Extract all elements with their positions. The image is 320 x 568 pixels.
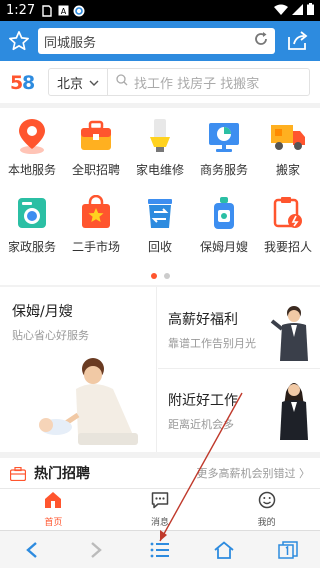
bookmark-star-icon[interactable]	[6, 28, 32, 54]
58-logo-icon[interactable]: 5 8	[10, 70, 40, 94]
briefcase-icon	[76, 116, 116, 156]
wifi-icon	[274, 4, 288, 18]
grid-label: 商务服务	[199, 163, 248, 177]
category-grid: 本地服务 全职招聘 家电维修 商务服务 搬家 家政服务 二手市场 回收 保姆月嫂…	[0, 108, 320, 270]
grid-label: 本地服务	[7, 163, 56, 177]
grid-label: 我要招人	[263, 240, 312, 254]
home-icon	[44, 491, 62, 513]
page-indicator	[0, 273, 320, 279]
grid-item-recycle[interactable]: 回收	[128, 193, 192, 270]
promo-subtitle: 贴心省心好服务	[12, 329, 89, 342]
grid-label: 家电维修	[135, 163, 184, 177]
battery-icon	[307, 3, 314, 18]
tab-messages[interactable]: 消息	[107, 489, 214, 530]
page-dot	[163, 273, 170, 279]
promo-card-nearby-jobs[interactable]: 附近好工作 距离近机会多	[158, 370, 320, 452]
app-tab-bar: 首页 消息 我的	[0, 488, 320, 530]
reload-icon[interactable]	[253, 31, 269, 51]
search-placeholder: 找工作 找房子 找搬家	[134, 76, 260, 92]
sim-icon	[41, 4, 53, 17]
promo-title: 保姆/月嫂	[12, 304, 73, 320]
grid-item-moving[interactable]: 搬家	[256, 116, 320, 193]
status-time: 1:27	[6, 3, 36, 18]
city-name: 北京	[57, 76, 84, 92]
grid-item-recruit[interactable]: 我要招人	[256, 193, 320, 270]
businesswoman-image	[280, 383, 308, 440]
grid-item-fulltime-jobs[interactable]: 全职招聘	[64, 116, 128, 193]
light-bulb-icon	[140, 116, 180, 156]
businessman-image	[270, 306, 308, 361]
share-icon[interactable]	[285, 28, 311, 54]
moving-truck-icon	[268, 116, 308, 156]
smile-icon	[258, 491, 276, 513]
grid-label: 回收	[147, 240, 172, 254]
location-pin-icon	[12, 116, 52, 156]
chevron-down-icon	[89, 75, 99, 90]
tab-profile[interactable]: 我的	[213, 489, 320, 530]
grid-item-housekeeping[interactable]: 家政服务	[0, 193, 64, 270]
promo-card-nanny[interactable]: 保姆/月嫂 贴心省心好服务	[0, 287, 157, 452]
browser-nav-bar	[0, 530, 320, 568]
tab-home[interactable]: 首页	[0, 489, 107, 530]
star-bag-icon	[76, 193, 116, 233]
app-q-icon	[73, 5, 85, 17]
hot-jobs-header: 热门招聘 更多高薪机会别错过 〉	[0, 458, 320, 488]
category-grid-section: 本地服务 全职招聘 家电维修 商务服务 搬家 家政服务 二手市场 回收 保姆月嫂…	[0, 108, 320, 285]
grid-item-business-service[interactable]: 商务服务	[192, 116, 256, 193]
grid-item-nanny[interactable]: 保姆月嫂	[192, 193, 256, 270]
baby-bottle-icon	[204, 193, 244, 233]
home-icon[interactable]	[204, 535, 244, 565]
grid-item-appliance-repair[interactable]: 家电维修	[128, 116, 192, 193]
chart-board-icon	[204, 116, 244, 156]
menu-icon[interactable]	[140, 535, 180, 565]
status-bar: 1:27 A	[0, 0, 320, 21]
more-jobs-link[interactable]: 更多高薪机会别错过 〉	[197, 465, 311, 481]
tab-label: 我的	[257, 518, 276, 528]
washing-machine-icon	[12, 193, 52, 233]
search-input[interactable]: 找工作 找房子 找搬家	[108, 73, 259, 92]
search-icon	[116, 74, 128, 90]
tabs-count-icon[interactable]	[268, 535, 308, 565]
forward-icon[interactable]	[76, 535, 116, 565]
grid-item-second-hand[interactable]: 二手市场	[64, 193, 128, 270]
grid-label: 搬家	[275, 163, 300, 177]
city-search-box: 北京 找工作 找房子 找搬家	[48, 68, 310, 96]
svg-text:8: 8	[22, 72, 35, 93]
site-header: 5 8 北京 找工作 找房子 找搬家	[0, 61, 320, 103]
back-icon[interactable]	[12, 535, 52, 565]
promo-card-high-salary[interactable]: 高薪好福利 靠谱工作告别月光	[158, 287, 320, 369]
signal-icon	[292, 3, 303, 18]
address-bar[interactable]: 同城服务	[38, 28, 275, 54]
grid-label: 全职招聘	[71, 163, 120, 177]
recycle-icon	[140, 193, 180, 233]
svg-text:A: A	[60, 7, 66, 16]
page-title: 同城服务	[44, 35, 97, 51]
browser-toolbar: 同城服务	[0, 21, 320, 61]
recruit-icon	[268, 193, 308, 233]
promo-section: 保姆/月嫂 贴心省心好服务 高薪好福利 靠谱工作告别月光 附近好工作 距离近机会…	[0, 287, 320, 452]
grid-item-local-service[interactable]: 本地服务	[0, 116, 64, 193]
message-icon	[151, 491, 169, 513]
grid-label: 二手市场	[71, 240, 120, 254]
nanny-with-baby-image	[39, 358, 138, 445]
briefcase-icon	[9, 466, 27, 482]
tab-label: 消息	[151, 518, 170, 528]
page-dot-active	[150, 273, 157, 279]
section-title: 热门招聘	[34, 466, 90, 482]
tab-label: 首页	[44, 518, 63, 528]
city-selector[interactable]: 北京	[49, 69, 109, 95]
font-icon: A	[57, 5, 69, 17]
grid-label: 家政服务	[7, 240, 56, 254]
grid-label: 保姆月嫂	[199, 240, 248, 254]
